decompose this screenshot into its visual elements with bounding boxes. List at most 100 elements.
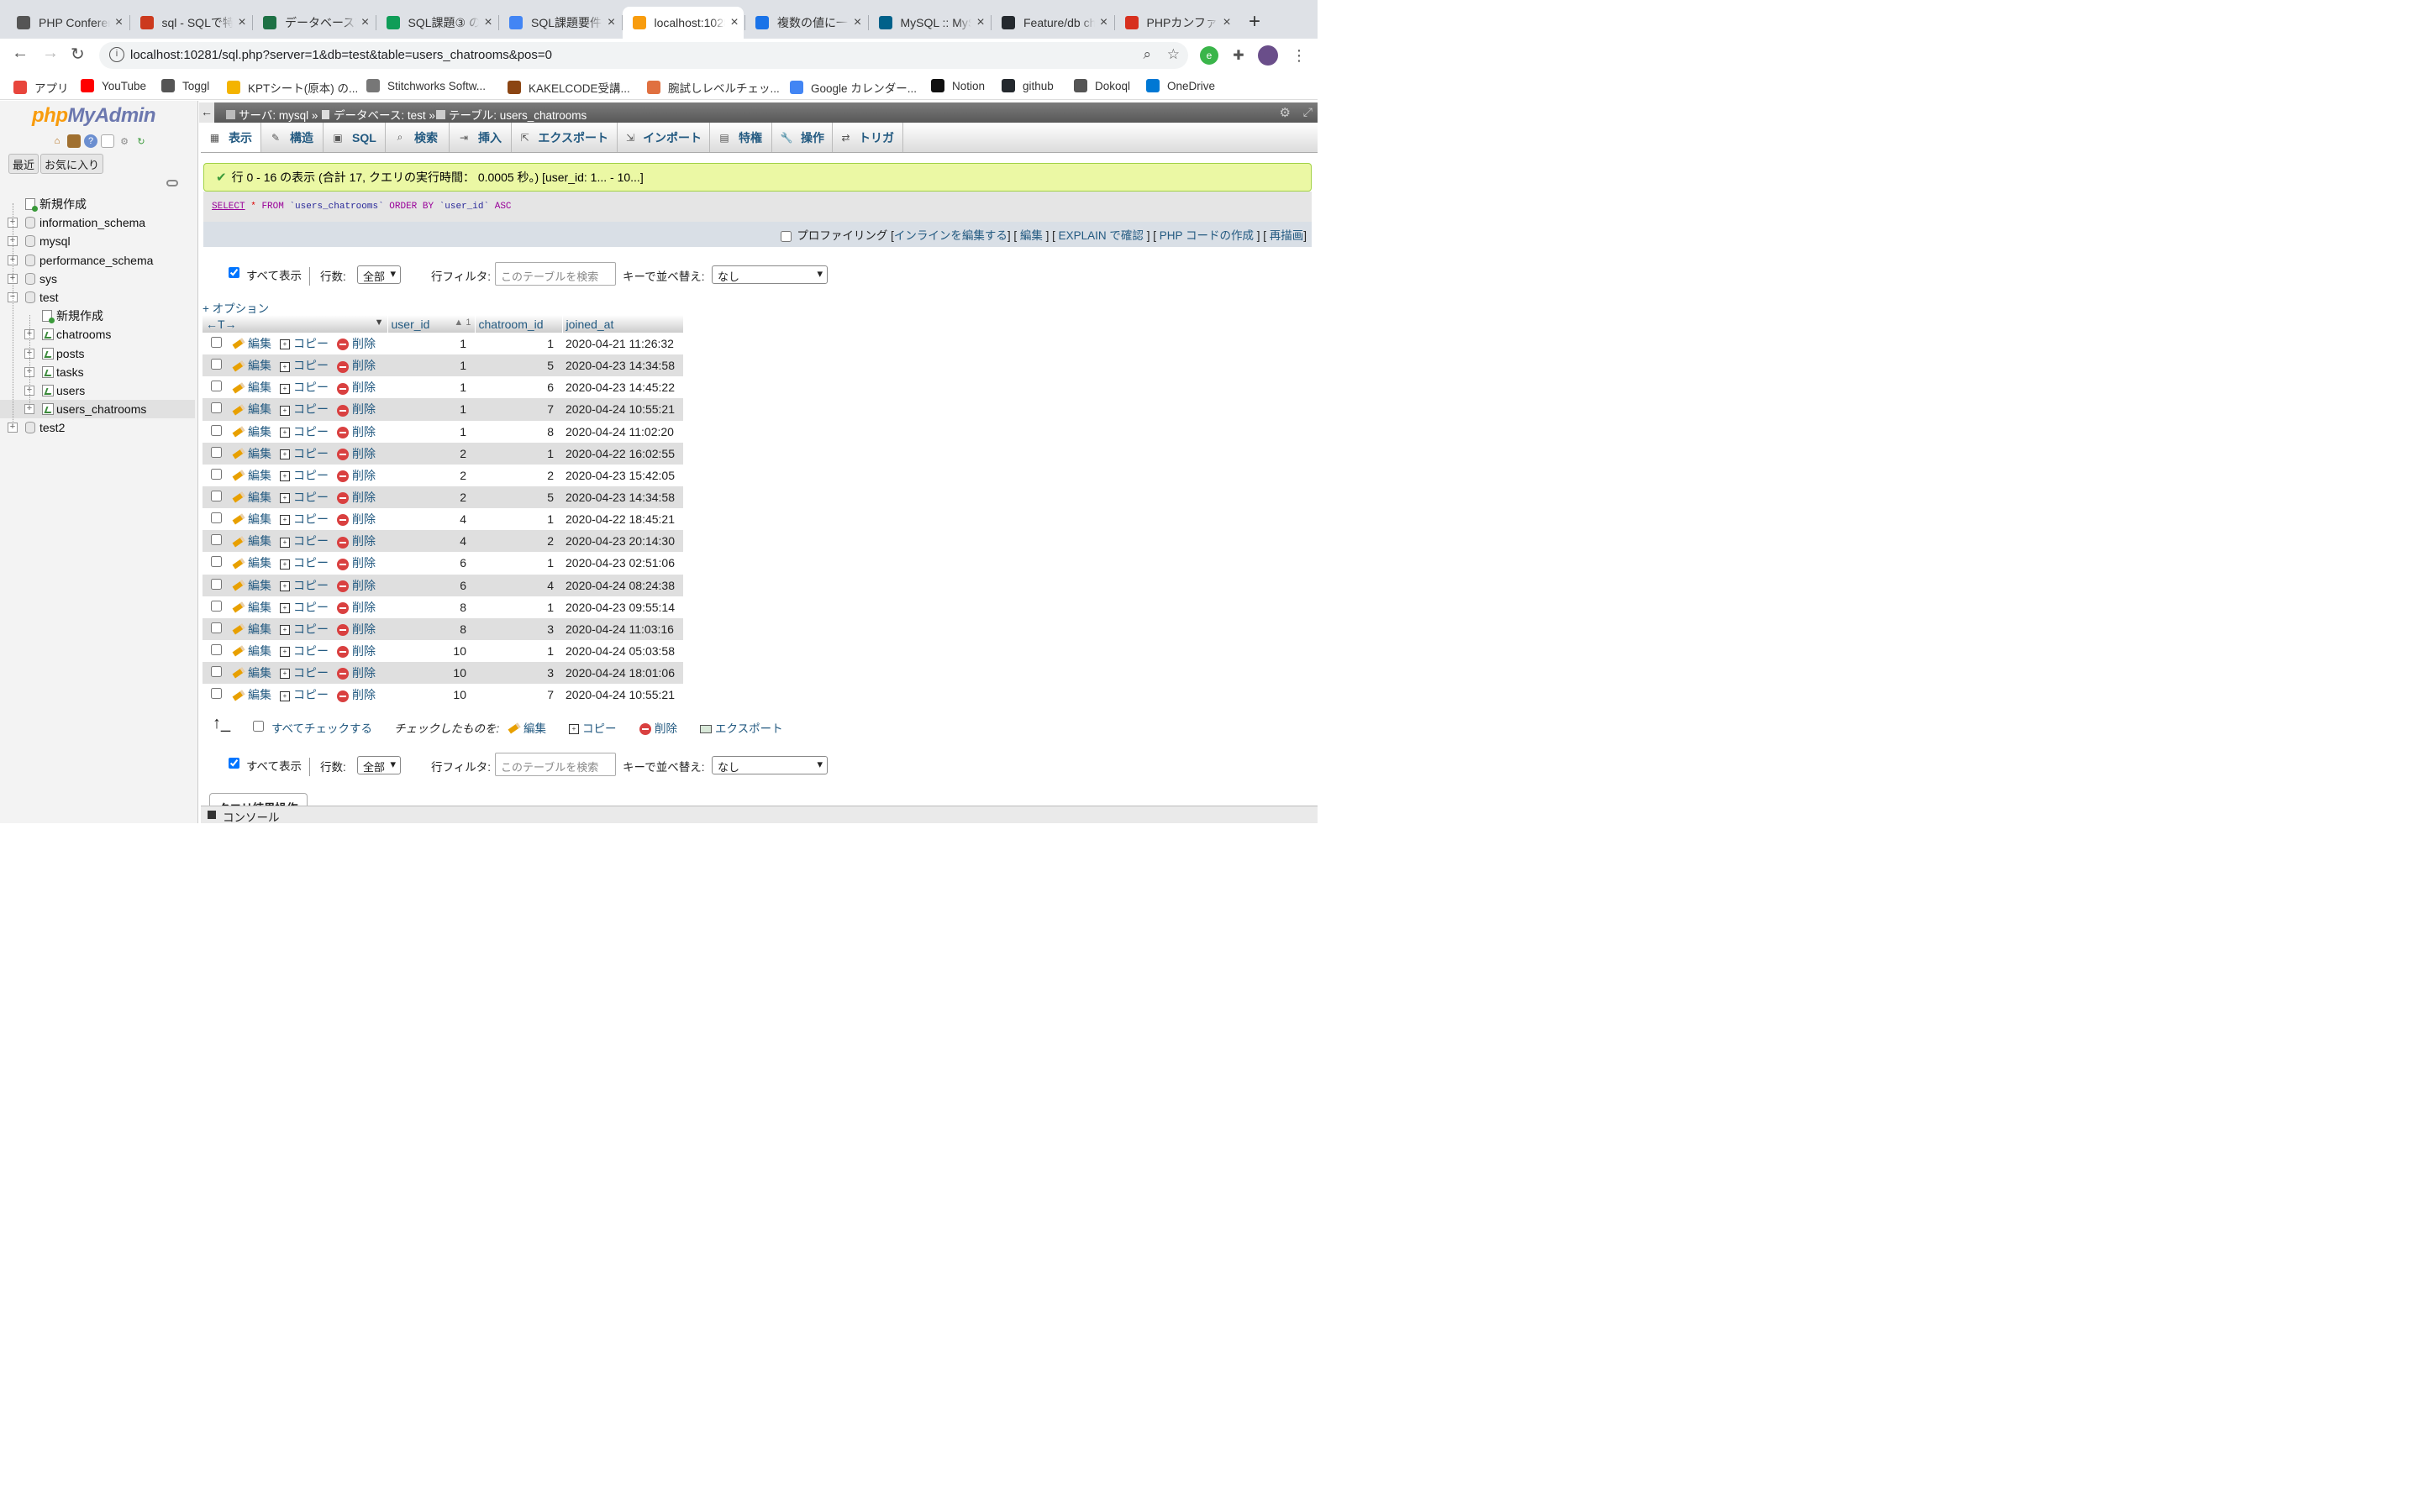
row-copy-link[interactable]: + コピー <box>280 469 329 482</box>
tree-database[interactable]: + information_schema <box>0 213 195 232</box>
row-edit-link[interactable]: 編集 <box>232 688 271 701</box>
chatroom-id-cell[interactable]: 1 <box>475 596 562 618</box>
row-edit-link[interactable]: 編集 <box>232 556 271 570</box>
menu-tab-structure[interactable]: ✎ 構造 <box>261 123 324 152</box>
menu-tab-sql[interactable]: ▣ SQL <box>324 123 386 152</box>
joined-at-cell[interactable]: 2020-04-23 15:42:05 <box>562 464 683 486</box>
row-copy-link[interactable]: + コピー <box>280 534 329 548</box>
docs-icon[interactable] <box>101 134 114 148</box>
tree-new-database[interactable]: 新規作成 <box>0 195 195 213</box>
row-copy-link[interactable]: + コピー <box>280 491 329 504</box>
row-edit-link[interactable]: 編集 <box>232 601 271 614</box>
user-id-cell[interactable]: 1 <box>387 420 475 443</box>
close-topbar-icon[interactable]: ⤢ <box>1303 105 1313 119</box>
close-tab-icon[interactable]: × <box>971 15 990 30</box>
row-edit-link[interactable]: 編集 <box>232 644 271 658</box>
bookmark-item[interactable]: YouTube <box>81 79 146 92</box>
user-id-cell[interactable]: 8 <box>387 596 475 618</box>
console-bar[interactable]: コンソール <box>201 806 1318 824</box>
row-delete-link[interactable]: 削除 <box>337 579 376 592</box>
row-checkbox[interactable] <box>210 688 222 700</box>
close-tab-icon[interactable]: × <box>233 15 251 30</box>
row-checkbox[interactable] <box>210 578 222 590</box>
joined-at-cell[interactable]: 2020-04-24 08:24:38 <box>562 574 683 596</box>
row-copy-link[interactable]: + コピー <box>280 579 329 592</box>
evernote-extension-icon[interactable]: e <box>1200 46 1218 65</box>
row-checkbox[interactable] <box>210 402 222 414</box>
user-id-cell[interactable]: 1 <box>387 376 475 399</box>
row-checkbox[interactable] <box>210 491 222 502</box>
browser-tab[interactable]: MySQL :: MySQL× <box>869 7 991 39</box>
row-copy-link[interactable]: + コピー <box>280 359 329 372</box>
reload-icon[interactable]: ↻ <box>71 44 85 65</box>
row-delete-link[interactable]: 削除 <box>337 512 376 527</box>
user-id-cell[interactable]: 6 <box>387 574 475 596</box>
close-tab-icon[interactable]: × <box>1095 15 1113 30</box>
close-tab-icon[interactable]: × <box>356 15 375 30</box>
joined-at-cell[interactable]: 2020-04-23 20:14:30 <box>562 530 683 553</box>
back-icon[interactable]: ← <box>12 44 29 63</box>
bookmark-item[interactable]: Notion <box>931 79 985 92</box>
menu-tab-export[interactable]: ⇱ エクスポート <box>512 123 618 152</box>
row-edit-link[interactable]: 編集 <box>232 469 271 482</box>
profile-avatar[interactable] <box>1258 45 1278 66</box>
recent-tables-button[interactable]: 最近 <box>8 154 39 174</box>
close-tab-icon[interactable]: × <box>479 15 497 30</box>
profiling-checkbox[interactable] <box>781 230 792 242</box>
tree-database[interactable]: − test <box>0 288 195 307</box>
user-id-cell[interactable]: 10 <box>387 684 475 706</box>
refresh-link[interactable]: 再描画 <box>1270 229 1304 242</box>
row-checkbox[interactable] <box>210 381 222 392</box>
row-checkbox[interactable] <box>210 600 222 612</box>
row-delete-link[interactable]: 削除 <box>337 666 376 680</box>
close-tab-icon[interactable]: × <box>1218 15 1236 30</box>
joined-at-cell[interactable]: 2020-04-24 18:01:06 <box>562 662 683 685</box>
row-copy-link[interactable]: + コピー <box>280 688 329 701</box>
user-id-cell[interactable]: 4 <box>387 508 475 531</box>
chatroom-id-cell[interactable]: 6 <box>475 376 562 399</box>
chatroom-id-cell[interactable]: 3 <box>475 662 562 685</box>
joined-at-cell[interactable]: 2020-04-23 14:45:22 <box>562 376 683 399</box>
row-delete-link[interactable]: 削除 <box>337 447 376 461</box>
bookmark-item[interactable]: KPTシート(原本) の... <box>227 79 358 96</box>
tree-database[interactable]: + sys <box>0 270 195 288</box>
bookmark-star-icon[interactable]: ☆ <box>1167 46 1180 63</box>
row-edit-link[interactable]: 編集 <box>232 381 271 394</box>
row-copy-link[interactable]: + コピー <box>280 556 329 570</box>
user-id-cell[interactable]: 1 <box>387 333 475 355</box>
row-checkbox[interactable] <box>210 644 222 656</box>
row-delete-link[interactable]: 削除 <box>337 622 376 637</box>
row-delete-link[interactable]: 削除 <box>337 556 376 570</box>
sort-by-key-select[interactable]: なし <box>712 265 828 284</box>
chatroom-id-cell[interactable]: 1 <box>475 552 562 575</box>
joined-at-cell[interactable]: 2020-04-23 02:51:06 <box>562 552 683 575</box>
create-php-code-link[interactable]: PHP コードの作成 <box>1160 229 1254 242</box>
row-delete-link[interactable]: 削除 <box>337 644 376 659</box>
chatroom-id-cell[interactable]: 7 <box>475 684 562 706</box>
joined-at-cell[interactable]: 2020-04-23 14:34:58 <box>562 486 683 509</box>
menu-tab-operations[interactable]: 🔧 操作 <box>772 123 833 152</box>
row-checkbox[interactable] <box>210 666 222 678</box>
joined-at-cell[interactable]: 2020-04-24 11:02:20 <box>562 420 683 443</box>
row-copy-link[interactable]: + コピー <box>280 425 329 438</box>
chatroom-id-cell[interactable]: 7 <box>475 398 562 421</box>
user-id-cell[interactable]: 2 <box>387 442 475 465</box>
row-edit-link[interactable]: 編集 <box>232 666 271 680</box>
new-tab-button[interactable]: + <box>1249 10 1260 34</box>
row-checkbox[interactable] <box>210 534 222 546</box>
row-checkbox[interactable] <box>210 424 222 436</box>
row-edit-link[interactable]: 編集 <box>232 622 271 636</box>
bulk-copy-button[interactable]: + コピー <box>569 719 617 736</box>
collapse-navigation-button[interactable]: ← <box>199 102 214 123</box>
logout-icon[interactable] <box>67 134 81 148</box>
row-delete-link[interactable]: 削除 <box>337 601 376 615</box>
row-delete-link[interactable]: 削除 <box>337 469 376 483</box>
phpmyadmin-logo[interactable]: phpMyAdmin <box>32 104 155 128</box>
user-id-cell[interactable]: 10 <box>387 662 475 685</box>
row-copy-link[interactable]: + コピー <box>280 447 329 460</box>
joined-at-cell[interactable]: 2020-04-24 10:55:21 <box>562 684 683 706</box>
bookmark-item[interactable]: OneDrive <box>1146 79 1215 92</box>
user-id-cell[interactable]: 8 <box>387 617 475 640</box>
chatroom-id-cell[interactable]: 1 <box>475 442 562 465</box>
row-edit-link[interactable]: 編集 <box>232 491 271 504</box>
